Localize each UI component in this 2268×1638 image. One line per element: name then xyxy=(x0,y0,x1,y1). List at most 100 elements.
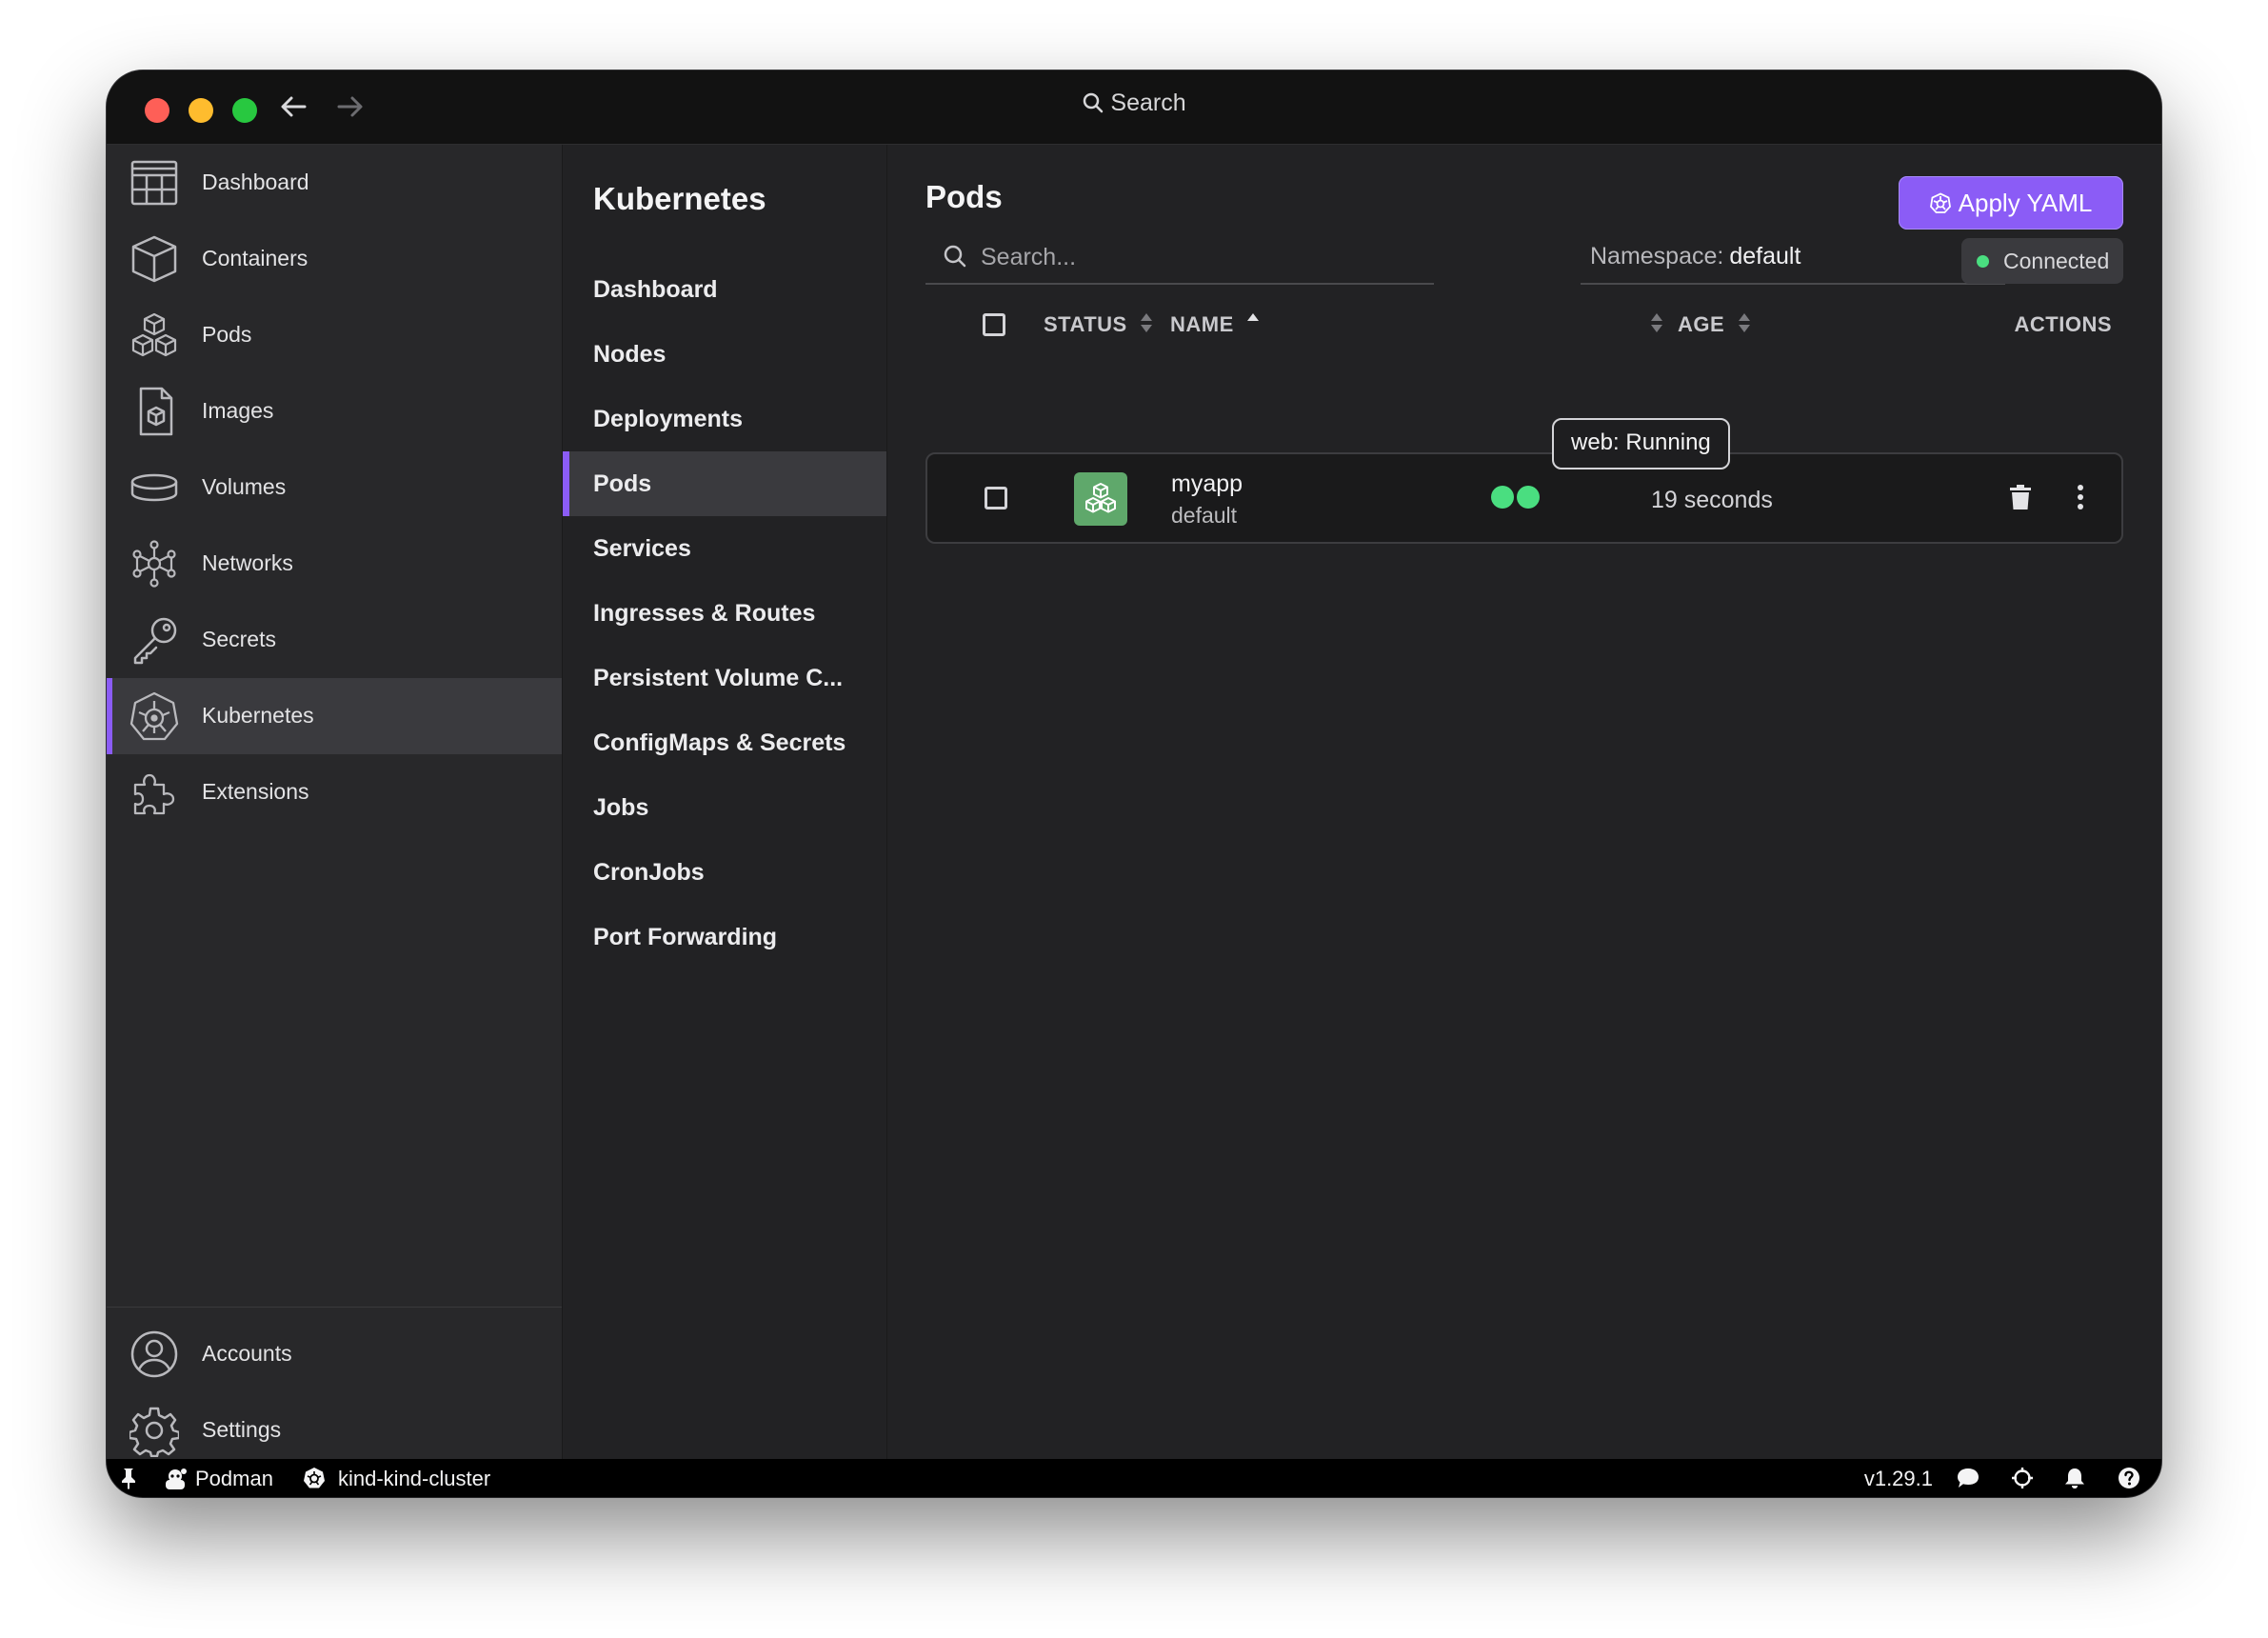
column-status-label: STATUS xyxy=(1044,312,1127,336)
kube-context-label[interactable]: kind-kind-cluster xyxy=(338,1467,490,1491)
image-icon xyxy=(139,387,173,436)
nav-divider xyxy=(107,1307,562,1308)
global-search-button[interactable]: Search xyxy=(107,90,2161,117)
column-actions: ACTIONS xyxy=(2015,312,2113,337)
subnav-label: Nodes xyxy=(593,341,666,368)
title-bar: Search xyxy=(107,70,2161,145)
table-row[interactable]: myapp default 19 seconds xyxy=(925,452,2123,544)
subnav-label: Pods xyxy=(593,470,652,497)
search-input[interactable] xyxy=(979,237,1421,277)
column-name[interactable]: NAME xyxy=(1170,312,1261,337)
table-header: STATUS NAME AGE ACTIONS xyxy=(925,305,2123,347)
subnav-item-port-forwarding[interactable]: Port Forwarding xyxy=(563,905,886,969)
connection-status-badge: Connected xyxy=(1961,238,2123,284)
container-running-icon[interactable] xyxy=(1491,486,1514,509)
bell-icon[interactable] xyxy=(2064,1467,2085,1489)
nav-item-secrets[interactable]: Secrets xyxy=(107,602,562,678)
subnav-item-deployments[interactable]: Deployments xyxy=(563,387,886,451)
key-icon xyxy=(133,617,177,665)
nav-item-kubernetes[interactable]: Kubernetes xyxy=(107,678,562,754)
subnav-label: Services xyxy=(593,535,691,562)
subnav-label: ConfigMaps & Secrets xyxy=(593,729,846,756)
select-all-checkbox[interactable] xyxy=(983,313,1005,336)
subnav-item-pods[interactable]: Pods xyxy=(563,451,886,516)
dashboard-icon xyxy=(130,160,178,206)
volume-icon xyxy=(130,473,178,502)
subnav-label: CronJobs xyxy=(593,859,705,886)
sort-icon xyxy=(1651,313,1662,332)
pod-name[interactable]: myapp xyxy=(1171,470,1243,498)
version-label: v1.29.1 xyxy=(1863,1467,1933,1490)
nav-item-settings[interactable]: Settings xyxy=(107,1392,562,1468)
nav-label-pods: Pods xyxy=(202,322,252,347)
container-status-tooltip: web: Running xyxy=(1552,418,1730,469)
nav-label-containers: Containers xyxy=(202,246,308,270)
namespace-value: default xyxy=(1729,243,1801,270)
pod-search xyxy=(925,230,1434,285)
delete-icon[interactable] xyxy=(2009,483,2032,516)
puzzle-icon xyxy=(133,773,175,815)
subnav-item-nodes[interactable]: Nodes xyxy=(563,322,886,387)
nav-item-networks[interactable]: Networks xyxy=(107,526,562,602)
namespace-select[interactable]: Namespace: default xyxy=(1581,230,2005,285)
gear-icon xyxy=(129,1407,179,1457)
status-bar: Podman kind-kind-cluster v1.29.1 xyxy=(107,1459,2161,1497)
nav-label-dashboard: Dashboard xyxy=(202,170,309,194)
subnav-label: Persistent Volume C... xyxy=(593,665,844,691)
apply-yaml-button[interactable]: Apply YAML xyxy=(1899,176,2123,230)
subnav-item-services[interactable]: Services xyxy=(563,516,886,581)
page-title: Pods xyxy=(925,179,1003,214)
nav-item-volumes[interactable]: Volumes xyxy=(107,449,562,526)
apply-yaml-label: Apply YAML xyxy=(1958,188,2093,217)
container-engine-label[interactable]: Podman xyxy=(195,1467,273,1491)
sort-ascending-icon xyxy=(1247,313,1260,321)
sort-icon xyxy=(1141,313,1153,332)
container-status-dots[interactable] xyxy=(1491,486,1542,513)
more-options-icon[interactable] xyxy=(2076,483,2085,516)
subnav-label: Ingresses & Routes xyxy=(593,600,816,627)
column-name-label: NAME xyxy=(1170,312,1234,336)
nav-item-images[interactable]: Images xyxy=(107,373,562,449)
nav-item-containers[interactable]: Containers xyxy=(107,221,562,297)
chat-icon[interactable] xyxy=(1956,1467,1980,1489)
crosshair-icon[interactable] xyxy=(2011,1467,2034,1489)
nav-label-networks: Networks xyxy=(202,550,293,575)
column-age-label: AGE xyxy=(1678,312,1725,336)
namespace-label-text: Namespace: xyxy=(1590,243,1724,270)
nav-item-extensions[interactable]: Extensions xyxy=(107,754,562,830)
container-running-icon[interactable] xyxy=(1517,486,1540,509)
subnav-label: Deployments xyxy=(593,406,743,432)
column-status[interactable]: STATUS xyxy=(1044,312,1154,337)
nav-label-settings: Settings xyxy=(202,1417,282,1442)
subnav-item-configmaps[interactable]: ConfigMaps & Secrets xyxy=(563,710,886,775)
subnav-title: Kubernetes xyxy=(593,181,766,216)
column-age[interactable]: AGE xyxy=(1678,312,1752,337)
kubernetes-icon xyxy=(304,1468,325,1488)
nav-item-accounts[interactable]: Accounts xyxy=(107,1316,562,1392)
subnav-item-ingresses[interactable]: Ingresses & Routes xyxy=(563,581,886,646)
pod-age: 19 seconds xyxy=(1651,487,1773,513)
subnav-item-jobs[interactable]: Jobs xyxy=(563,775,886,840)
kubernetes-subnav: Kubernetes Dashboard Nodes Deployments P… xyxy=(563,145,887,1459)
row-checkbox[interactable] xyxy=(985,487,1007,509)
help-icon[interactable] xyxy=(2118,1467,2140,1489)
nav-item-dashboard[interactable]: Dashboard xyxy=(107,145,562,221)
nav-label-images: Images xyxy=(202,398,274,423)
subnav-item-cronjobs[interactable]: CronJobs xyxy=(563,840,886,905)
nav-item-pods[interactable]: Pods xyxy=(107,297,562,373)
podman-icon xyxy=(166,1468,187,1489)
pod-status-icon xyxy=(1074,472,1127,526)
pin-icon[interactable] xyxy=(120,1467,137,1489)
namespace-label: Namespace: default xyxy=(1590,243,1800,270)
column-actions-label: ACTIONS xyxy=(2014,312,2112,336)
nav-label-secrets: Secrets xyxy=(202,627,276,651)
subnav-item-pvc[interactable]: Persistent Volume C... xyxy=(563,646,886,710)
column-containers[interactable] xyxy=(1649,312,1664,337)
pods-icon xyxy=(131,312,177,357)
network-icon xyxy=(132,540,176,588)
kubernetes-icon xyxy=(129,691,179,741)
search-icon xyxy=(944,245,966,268)
subnav-item-dashboard[interactable]: Dashboard xyxy=(563,257,886,322)
app-window: Search Dashboard Containers Pods Images … xyxy=(107,70,2161,1497)
nav-label-accounts: Accounts xyxy=(202,1341,292,1366)
